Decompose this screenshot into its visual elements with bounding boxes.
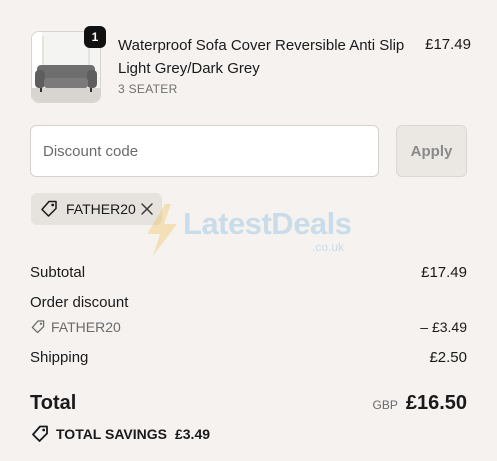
applied-discount-chip: FATHER20: [31, 193, 162, 225]
order-discount-label: Order discount: [30, 294, 129, 311]
shipping-value: £2.50: [429, 349, 467, 366]
applied-code-text: FATHER20: [66, 201, 136, 217]
savings-value: £3.49: [174, 426, 211, 442]
latestdeals-watermark: LatestDeals .co.uk: [145, 204, 360, 259]
shipping-label: Shipping: [30, 349, 89, 366]
discount-code-input[interactable]: [30, 125, 379, 177]
order-discount-code-text: FATHER20: [51, 319, 121, 335]
product-line-item: 1 Waterproof Sofa Cover Reversible Anti …: [31, 26, 471, 103]
subtotal-value: £17.49: [421, 264, 467, 281]
apply-button[interactable]: Apply: [396, 125, 467, 177]
watermark-suffix: .co.uk: [312, 240, 345, 254]
total-label: Total: [30, 392, 77, 414]
total-value: £16.50: [405, 392, 467, 414]
watermark-brand: LatestDeals: [183, 206, 352, 241]
tag-icon: [30, 319, 46, 335]
subtotal-row: Subtotal £17.49: [30, 264, 467, 281]
quantity-badge: 1: [84, 26, 106, 48]
shipping-row: Shipping £2.50: [30, 349, 467, 366]
tag-icon: [39, 199, 59, 219]
order-discount-value: – £3.49: [420, 319, 467, 335]
product-price: £17.49: [425, 36, 471, 53]
total-amount: GBP £16.50: [372, 392, 467, 415]
lightning-icon: [147, 204, 177, 256]
product-variant: 3 SEATER: [118, 82, 178, 96]
order-discount-row: Order discount: [30, 294, 467, 311]
total-savings: TOTAL SAVINGS £3.49: [30, 424, 210, 444]
savings-label: TOTAL SAVINGS: [56, 426, 167, 442]
tag-icon: [30, 424, 50, 444]
subtotal-label: Subtotal: [30, 264, 86, 281]
order-discount-code: FATHER20: [30, 319, 121, 335]
product-title: Waterproof Sofa Cover Reversible Anti Sl…: [118, 37, 405, 77]
currency-code: GBP: [372, 398, 398, 412]
